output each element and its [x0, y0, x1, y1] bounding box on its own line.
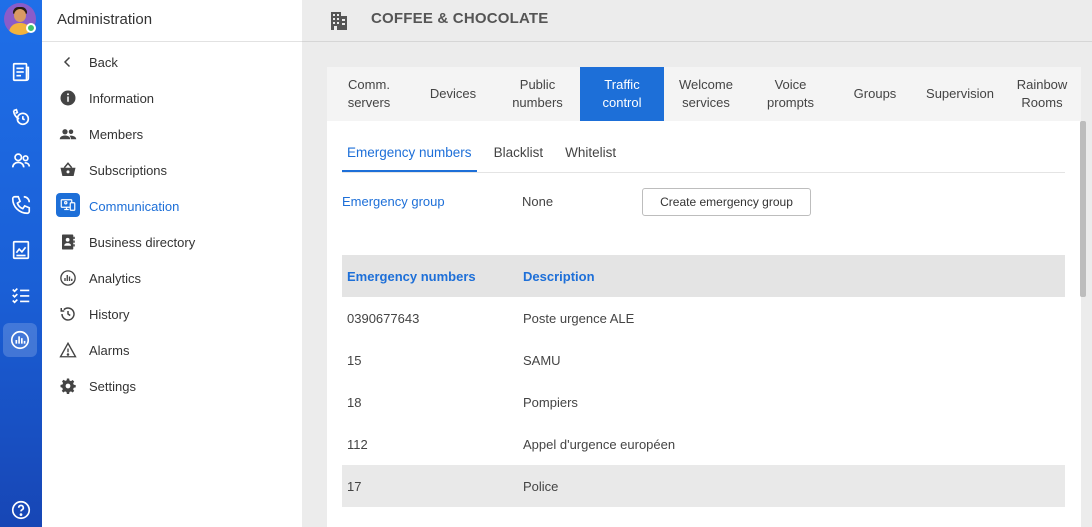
tab-supervision[interactable]: Supervision	[917, 67, 1003, 121]
create-emergency-group-button[interactable]: Create emergency group	[642, 188, 811, 216]
sidebar-item-label: Back	[89, 54, 118, 70]
directory-icon	[59, 233, 77, 251]
sidebar-item-label: History	[89, 306, 130, 322]
basket-icon	[59, 161, 77, 179]
page-header: COFFEE & CHOCOLATE	[302, 0, 1092, 42]
table-row[interactable]: 17 Police	[342, 465, 1065, 507]
emergency-group-label[interactable]: Emergency group	[342, 194, 445, 209]
history-icon	[59, 305, 77, 323]
admin-sidebar: Administration Back Information Members …	[42, 0, 302, 527]
cell-description: Police	[523, 478, 559, 494]
subtab-emergency-numbers[interactable]: Emergency numbers	[342, 137, 477, 172]
tab-rainbow-rooms[interactable]: Rainbow Rooms	[1003, 67, 1081, 121]
presence-online-indicator	[26, 23, 36, 33]
warning-icon	[59, 341, 77, 359]
page-title: COFFEE & CHOCOLATE	[371, 10, 549, 27]
sidebar-item-label: Subscriptions	[89, 162, 168, 178]
tab-bar: Comm. servers Devices Public numbers Traff…	[327, 67, 1081, 121]
help-icon[interactable]	[6, 495, 36, 525]
sidebar-item-alarms[interactable]: Alarms	[42, 332, 302, 368]
communication-icon	[56, 193, 80, 217]
sidebar-item-information[interactable]: Information	[42, 80, 302, 116]
chart-icon[interactable]	[6, 235, 36, 265]
table-header: Emergency numbers Description	[342, 255, 1065, 297]
tab-welcome-services[interactable]: Welcome services	[664, 67, 748, 121]
sidebar-item-label: Information	[89, 90, 155, 106]
sidebar-item-subscriptions[interactable]: Subscriptions	[42, 152, 302, 188]
cell-description: Poste urgence ALE	[523, 310, 635, 326]
analytics-icon[interactable]	[3, 323, 37, 357]
sidebar-item-label: Analytics	[89, 270, 142, 286]
chevron-left-icon	[59, 53, 77, 71]
cell-number: 112	[347, 436, 368, 452]
sidebar-item-members[interactable]: Members	[42, 116, 302, 152]
tab-public-numbers[interactable]: Public numbers	[495, 67, 580, 121]
cell-number: 15	[347, 352, 362, 368]
tab-groups[interactable]: Groups	[833, 67, 917, 121]
tab-traffic-control[interactable]: Traffic control	[580, 67, 664, 121]
checklist-icon[interactable]	[6, 280, 36, 310]
phone-icon[interactable]	[6, 190, 36, 220]
table-row[interactable]: 18 Pompiers	[342, 381, 1065, 423]
members-icon	[59, 125, 77, 143]
cell-description: Pompiers	[523, 394, 578, 410]
sidebar-nav: Back Information Members Subscriptions C…	[42, 42, 302, 404]
gear-icon	[59, 377, 77, 395]
sidebar-item-label: Alarms	[89, 342, 130, 358]
sidebar-item-analytics[interactable]: Analytics	[42, 260, 302, 296]
vertical-scrollbar[interactable]	[1080, 121, 1086, 297]
cell-number: 17	[347, 478, 362, 494]
column-header-emergency-numbers[interactable]: Emergency numbers	[342, 269, 518, 284]
main-panel: Comm. servers Devices Public numbers Traff…	[327, 67, 1086, 527]
tab-comm-servers[interactable]: Comm. servers	[327, 67, 411, 121]
sidebar-item-back[interactable]: Back	[42, 44, 302, 80]
cell-number: 18	[347, 394, 362, 410]
sidebar-title: Administration	[42, 0, 302, 42]
column-header-description[interactable]: Description	[518, 269, 595, 284]
cell-description: Appel d'urgence européen	[523, 436, 676, 452]
info-icon	[59, 89, 77, 107]
sidebar-item-label: Settings	[89, 378, 136, 394]
sidebar-item-label: Communication	[89, 198, 180, 214]
subtab-whitelist[interactable]: Whitelist	[560, 137, 621, 172]
news-icon[interactable]	[6, 57, 36, 87]
building-icon	[331, 12, 347, 30]
cell-description: SAMU	[523, 352, 561, 368]
subtab-blacklist[interactable]: Blacklist	[489, 137, 549, 172]
sidebar-item-label: Members	[89, 126, 144, 142]
emergency-numbers-table: Emergency numbers Description 0390677643…	[342, 255, 1065, 507]
sidebar-item-history[interactable]: History	[42, 296, 302, 332]
tab-devices[interactable]: Devices	[411, 67, 495, 121]
cell-number: 0390677643	[347, 310, 420, 326]
emergency-group-value: None	[522, 194, 554, 209]
contacts-icon[interactable]	[6, 146, 36, 176]
sidebar-item-label: Business directory	[89, 234, 196, 250]
app-rail	[0, 0, 42, 527]
sidebar-item-business-directory[interactable]: Business directory	[42, 224, 302, 260]
sidebar-item-settings[interactable]: Settings	[42, 368, 302, 404]
table-row[interactable]: 112 Appel d'urgence européen	[342, 423, 1065, 465]
tab-voice-prompts[interactable]: Voice prompts	[748, 67, 833, 121]
subtab-bar: Emergency numbers Blacklist Whitelist	[342, 137, 1065, 173]
table-row[interactable]: 15 SAMU	[342, 339, 1065, 381]
analytics-icon	[59, 269, 77, 287]
sidebar-item-communication[interactable]: Communication	[42, 188, 302, 224]
clock-call-icon[interactable]	[6, 102, 36, 132]
table-row[interactable]: 0390677643 Poste urgence ALE	[342, 297, 1065, 339]
